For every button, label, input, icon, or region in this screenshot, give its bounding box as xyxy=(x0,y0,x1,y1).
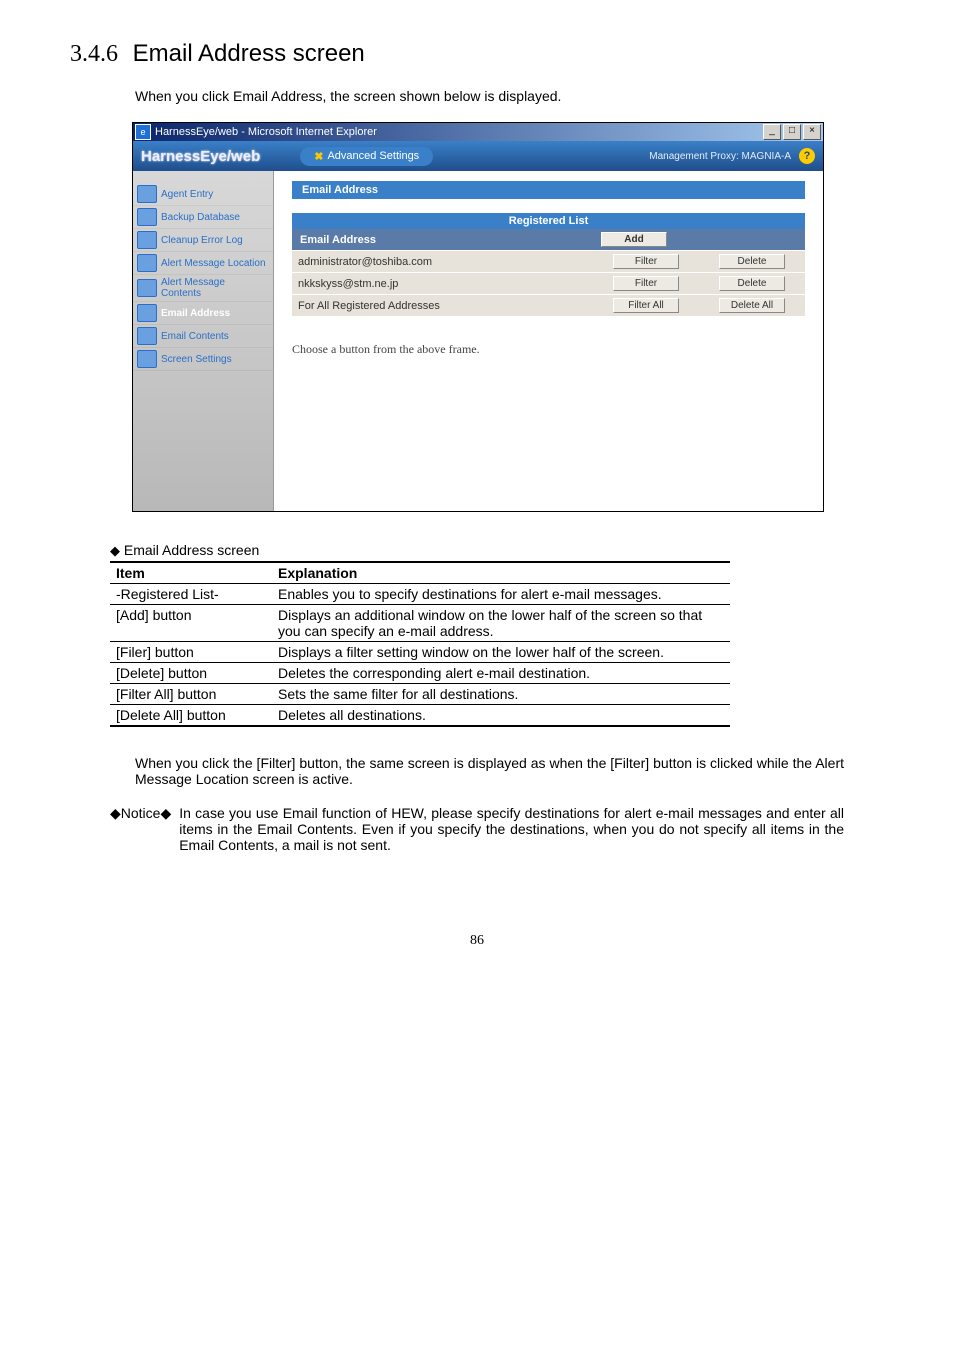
filter-button[interactable]: Filter xyxy=(613,276,679,291)
explanation-table: Item Explanation -Registered List-Enable… xyxy=(110,561,730,727)
section-title-text: Email Address screen xyxy=(133,40,365,67)
maximize-button[interactable]: □ xyxy=(783,124,801,140)
alert-icon xyxy=(137,279,157,297)
sidebar-item-email-address[interactable]: Email Address xyxy=(133,302,273,325)
tools-icon: ✖ xyxy=(314,150,323,163)
mail-icon xyxy=(137,304,157,322)
filter-paragraph: When you click the [Filter] button, the … xyxy=(135,755,844,787)
table-row: nkkskyss@stm.ne.jp Filter Delete xyxy=(292,273,805,295)
filter-all-button[interactable]: Filter All xyxy=(613,298,679,313)
mgmt-proxy-label: Management Proxy: MAGNIA-A xyxy=(649,151,791,162)
sidebar: Agent Entry Backup Database Cleanup Erro… xyxy=(133,171,274,511)
filter-button[interactable]: Filter xyxy=(613,254,679,269)
gear-icon xyxy=(137,350,157,368)
panel-title: Email Address xyxy=(292,181,805,199)
table-row: administrator@toshiba.com Filter Delete xyxy=(292,251,805,273)
add-button[interactable]: Add xyxy=(601,232,667,247)
sidebar-item-email-contents[interactable]: Email Contents xyxy=(133,325,273,348)
col-email: Email Address xyxy=(292,229,593,251)
col-item: Item xyxy=(110,562,272,584)
content-area: Email Address Registered List Email Addr… xyxy=(274,171,823,511)
close-button[interactable]: × xyxy=(803,124,821,140)
notice-block: ◆Notice◆ In case you use Email function … xyxy=(110,805,844,853)
explanation-title: ◆ Email Address screen xyxy=(110,542,884,559)
help-icon[interactable]: ? xyxy=(799,148,815,164)
table-row-all: For All Registered Addresses Filter All … xyxy=(292,295,805,317)
ie-icon: e xyxy=(135,124,151,140)
notice-label: ◆Notice◆ xyxy=(110,805,171,853)
app-logo: HarnessEye/web xyxy=(141,148,260,165)
registered-list-header: Registered List xyxy=(292,213,805,229)
ie-title: HarnessEye/web - Microsoft Internet Expl… xyxy=(155,126,377,138)
email-cell: nkkskyss@stm.ne.jp xyxy=(292,273,593,295)
alert-icon xyxy=(137,254,157,272)
intro-text: When you click Email Address, the screen… xyxy=(135,88,884,104)
sidebar-item-screen-settings[interactable]: Screen Settings xyxy=(133,348,273,371)
section-title: 3.4.6 Email Address screen xyxy=(70,40,884,68)
sidebar-item-agent-entry[interactable]: Agent Entry xyxy=(133,183,273,206)
page-number: 86 xyxy=(70,933,884,949)
log-icon xyxy=(137,231,157,249)
diamond-icon: ◆ xyxy=(110,543,120,558)
all-registered-label: For All Registered Addresses xyxy=(292,295,593,317)
delete-all-button[interactable]: Delete All xyxy=(719,298,785,313)
sidebar-item-alert-message-contents[interactable]: Alert Message Contents xyxy=(133,275,273,302)
registered-table: Email Address Add administrator@toshiba.… xyxy=(292,229,805,316)
ie-window: e HarnessEye/web - Microsoft Internet Ex… xyxy=(132,122,824,512)
delete-button[interactable]: Delete xyxy=(719,254,785,269)
col-explanation: Explanation xyxy=(272,562,730,584)
lower-frame-message: Choose a button from the above frame. xyxy=(292,342,805,357)
mail-icon xyxy=(137,327,157,345)
tab-advanced-settings[interactable]: ✖ Advanced Settings xyxy=(300,147,433,166)
app-header: HarnessEye/web ✖ Advanced Settings Manag… xyxy=(133,141,823,171)
db-icon xyxy=(137,208,157,226)
sidebar-item-cleanup-error-log[interactable]: Cleanup Error Log xyxy=(133,229,273,252)
delete-button[interactable]: Delete xyxy=(719,276,785,291)
notice-text: In case you use Email function of HEW, p… xyxy=(179,805,844,853)
sidebar-item-alert-message-location[interactable]: Alert Message Location xyxy=(133,252,273,275)
minimize-button[interactable]: _ xyxy=(763,124,781,140)
screenshot: e HarnessEye/web - Microsoft Internet Ex… xyxy=(132,122,822,512)
ie-titlebar: e HarnessEye/web - Microsoft Internet Ex… xyxy=(133,123,823,141)
folder-icon xyxy=(137,185,157,203)
email-cell: administrator@toshiba.com xyxy=(292,251,593,273)
tab-label: Advanced Settings xyxy=(327,150,419,162)
sidebar-item-backup-database[interactable]: Backup Database xyxy=(133,206,273,229)
section-number: 3.4.6 xyxy=(70,41,118,67)
